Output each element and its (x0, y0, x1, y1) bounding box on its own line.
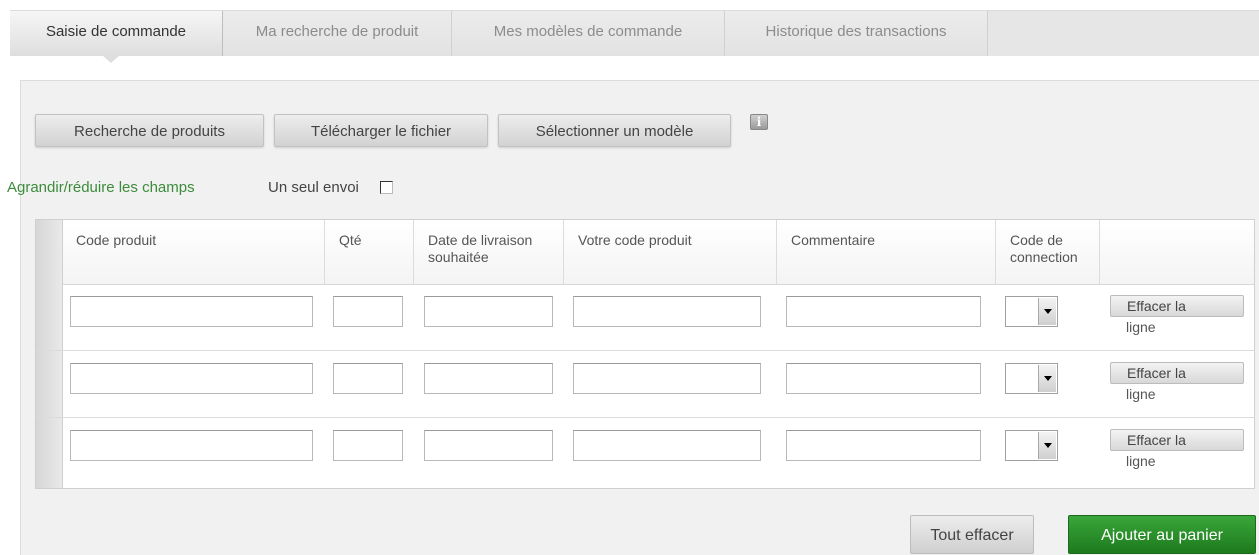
comment-input[interactable] (786, 430, 981, 461)
product-search-button[interactable]: Recherche de produits (35, 114, 264, 147)
tab-bar: Saisie de commande Ma recherche de produ… (10, 10, 1259, 56)
connection-select[interactable] (1005, 430, 1058, 461)
chevron-down-icon[interactable] (1038, 298, 1056, 325)
header-connection-line1: Code de (1010, 232, 1063, 248)
product-code-input[interactable] (70, 363, 313, 394)
tab-order-templates[interactable]: Mes modèles de commande (452, 11, 725, 56)
product-code-input[interactable] (70, 296, 313, 327)
clear-all-button[interactable]: Tout effacer (910, 515, 1034, 554)
tab-transaction-history[interactable]: Historique des transactions (725, 11, 988, 56)
row-stub (36, 351, 63, 417)
clear-line-button[interactable]: Effacer la (1110, 362, 1244, 384)
clear-line-label: ligne (1126, 386, 1156, 402)
header-your-code: Votre code produit (563, 220, 776, 284)
table-row: Effacer la ligne (36, 351, 1254, 418)
header-connection-code: Code de connection (995, 220, 1099, 284)
clear-line-button[interactable]: Effacer la (1110, 295, 1244, 317)
table-header: Code produit Qté Date de livraison souha… (36, 220, 1254, 285)
select-template-button[interactable]: Sélectionner un modèle (498, 114, 731, 147)
clear-line-label: ligne (1126, 319, 1156, 335)
qty-input[interactable] (333, 430, 403, 461)
single-shipment-checkbox[interactable] (380, 181, 393, 194)
row-stub (36, 418, 63, 488)
clear-line-control: Effacer la ligne (1110, 429, 1250, 471)
header-qty: Qté (324, 220, 413, 284)
row-stub (36, 284, 63, 350)
connection-select[interactable] (1005, 363, 1058, 394)
qty-input[interactable] (333, 363, 403, 394)
toggle-fields-link[interactable]: Agrandir/réduire les champs (7, 179, 195, 196)
your-code-input[interactable] (573, 363, 761, 394)
chevron-down-icon[interactable] (1038, 432, 1056, 459)
delivery-date-input[interactable] (424, 430, 553, 461)
clear-line-label: ligne (1126, 453, 1156, 469)
connection-select[interactable] (1005, 296, 1058, 327)
delivery-date-input[interactable] (424, 296, 553, 327)
header-delivery-date-line1: Date de livraison (428, 232, 533, 248)
single-shipment-label: Un seul envoi (268, 179, 359, 196)
clear-line-button[interactable]: Effacer la (1110, 429, 1244, 451)
table-row: Effacer la ligne (36, 418, 1254, 488)
clear-line-control: Effacer la ligne (1110, 295, 1250, 337)
chevron-down-icon[interactable] (1038, 365, 1056, 392)
your-code-input[interactable] (573, 430, 761, 461)
header-delivery-date: Date de livraison souhaitée (413, 220, 563, 284)
header-connection-line2: connection (1010, 249, 1078, 265)
active-tab-pointer (102, 55, 120, 63)
qty-input[interactable] (333, 296, 403, 327)
clear-line-control: Effacer la ligne (1110, 362, 1250, 404)
upload-file-button[interactable]: Télécharger le fichier (274, 114, 488, 147)
order-lines-table: Code produit Qté Date de livraison souha… (35, 219, 1255, 489)
comment-input[interactable] (786, 363, 981, 394)
table-row: Effacer la ligne (36, 284, 1254, 351)
header-stub (36, 220, 63, 284)
tab-order-entry[interactable]: Saisie de commande (10, 11, 223, 56)
product-code-input[interactable] (70, 430, 313, 461)
header-actions (1099, 220, 1254, 284)
delivery-date-input[interactable] (424, 363, 553, 394)
header-comment: Commentaire (776, 220, 995, 284)
header-delivery-date-line2: souhaitée (428, 249, 489, 265)
header-product-code: Code produit (76, 232, 157, 248)
comment-input[interactable] (786, 296, 981, 327)
info-icon[interactable]: i (750, 114, 768, 130)
your-code-input[interactable] (573, 296, 761, 327)
add-to-cart-button[interactable]: Ajouter au panier (1068, 515, 1256, 554)
tab-product-search[interactable]: Ma recherche de produit (223, 11, 452, 56)
